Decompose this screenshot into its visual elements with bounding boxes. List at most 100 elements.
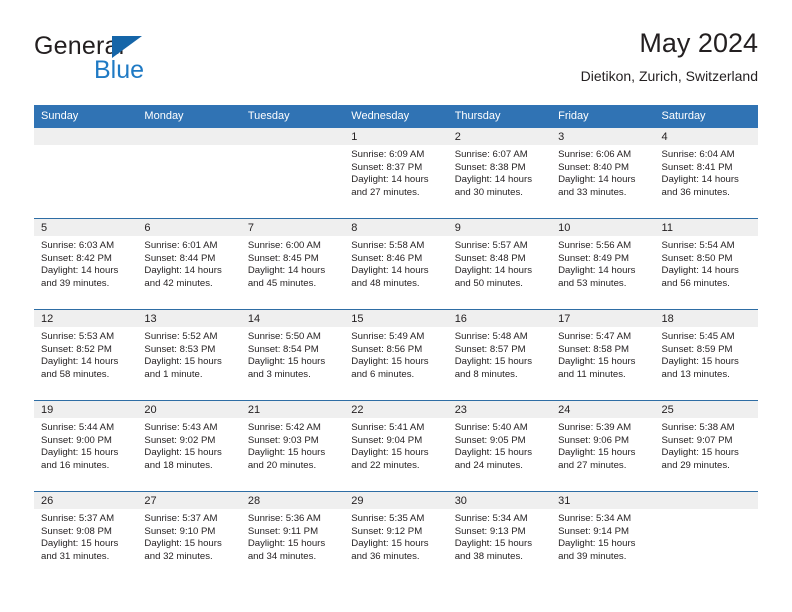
calendar-day-cell[interactable]: 5 Sunrise: 6:03 AM Sunset: 8:42 PM Daylight…	[34, 218, 138, 310]
sunrise-text: Sunrise: 5:40 AM	[454, 422, 528, 433]
calendar-day-cell[interactable]: 25 Sunrise: 5:38 AM Sunset: 9:07 PM Dayligh…	[654, 400, 758, 492]
calendar-day-cell[interactable]: 27 Sunrise: 5:37 AM Sunset: 9:10 PM Dayligh…	[137, 491, 241, 582]
calendar-day-cell[interactable]: 24 Sunrise: 5:39 AM Sunset: 9:06 PM Dayligh…	[551, 400, 655, 492]
day-number: 27	[137, 492, 241, 509]
calendar-day-cell[interactable]: 16 Sunrise: 5:48 AM Sunset: 8:57 PM Dayligh…	[447, 309, 552, 401]
sunrise-text: Sunrise: 6:03 AM	[41, 240, 115, 251]
weekday-header-friday: Friday	[551, 105, 655, 128]
sunset-text: Sunset: 8:58 PM	[558, 343, 630, 355]
calendar-day-cell[interactable]: 12 Sunrise: 5:53 AM Sunset: 8:52 PM Dayligh…	[34, 309, 138, 401]
sunset-text: Sunset: 9:14 PM	[558, 525, 630, 537]
day-details: Sunrise: 5:47 AM Sunset: 8:58 PM Daylight:…	[551, 327, 654, 381]
calendar-day-cell[interactable]: 15 Sunrise: 5:49 AM Sunset: 8:56 PM Dayligh…	[344, 309, 448, 401]
daylight-text-line1: Daylight: 15 hours	[558, 538, 636, 550]
calendar-day-cell[interactable]: 13 Sunrise: 5:52 AM Sunset: 8:53 PM Dayligh…	[137, 309, 241, 401]
daylight-text-line1: Daylight: 15 hours	[144, 356, 222, 368]
calendar-day-cell[interactable]: 14 Sunrise: 5:50 AM Sunset: 8:54 PM Dayligh…	[240, 309, 345, 401]
sunrise-text: Sunrise: 5:35 AM	[351, 513, 425, 524]
sunset-text: Sunset: 8:45 PM	[247, 252, 319, 264]
calendar-table: Sunday Monday Tuesday Wednesday Thursday Frid…	[34, 105, 758, 582]
calendar-day-cell[interactable]: 10 Sunrise: 5:56 AM Sunset: 8:49 PM Dayligh…	[551, 218, 655, 310]
day-number: 5	[34, 219, 138, 236]
day-details: Sunrise: 5:39 AM Sunset: 9:06 PM Daylight:…	[551, 418, 654, 472]
calendar-day-cell[interactable]: 1 Sunrise: 6:09 AM Sunset: 8:37 PM Daylight…	[344, 128, 448, 219]
calendar-week-row: 5 Sunrise: 6:03 AM Sunset: 8:42 PM Daylight…	[34, 218, 758, 310]
calendar-day-cell[interactable]: 11 Sunrise: 5:54 AM Sunset: 8:50 PM Dayligh…	[654, 218, 758, 310]
day-number: 7	[240, 219, 345, 236]
calendar-day-cell[interactable]: 29 Sunrise: 5:35 AM Sunset: 9:12 PM Dayligh…	[344, 491, 448, 582]
calendar-day-cell[interactable]: 9 Sunrise: 5:57 AM Sunset: 8:48 PM Daylight…	[447, 218, 552, 310]
day-number: 8	[344, 219, 448, 236]
calendar-day-cell[interactable]: 18 Sunrise: 5:45 AM Sunset: 8:59 PM Dayligh…	[654, 309, 758, 401]
daylight-text-line1: Daylight: 15 hours	[454, 538, 533, 550]
triangle-logo-icon	[112, 36, 142, 58]
day-details: Sunrise: 5:38 AM Sunset: 9:07 PM Daylight:…	[655, 418, 758, 472]
calendar-day-cell[interactable]: 17 Sunrise: 5:47 AM Sunset: 8:58 PM Dayligh…	[551, 309, 655, 401]
daylight-text-line1: Daylight: 14 hours	[41, 356, 119, 368]
sunrise-text: Sunrise: 5:42 AM	[247, 422, 321, 433]
daylight-text-line2: and 45 minutes.	[247, 277, 317, 289]
daylight-text-line2: and 13 minutes.	[661, 368, 730, 380]
calendar-cell-empty	[654, 491, 758, 582]
calendar-day-cell[interactable]: 30 Sunrise: 5:34 AM Sunset: 9:13 PM Dayligh…	[447, 491, 552, 582]
brand-logo[interactable]: General Blue	[34, 32, 264, 88]
daylight-text-line1: Daylight: 15 hours	[558, 356, 636, 368]
sunrise-text: Sunrise: 5:39 AM	[558, 422, 632, 433]
weekday-header-tuesday: Tuesday	[240, 105, 345, 128]
day-details: Sunrise: 5:44 AM Sunset: 9:00 PM Daylight:…	[34, 418, 137, 472]
calendar-cell-empty	[137, 128, 241, 219]
sunset-text: Sunset: 9:02 PM	[144, 434, 216, 446]
day-number: 22	[344, 401, 448, 418]
day-number: 23	[447, 401, 552, 418]
calendar-day-cell[interactable]: 2 Sunrise: 6:07 AM Sunset: 8:38 PM Daylight…	[447, 128, 552, 219]
calendar-day-cell[interactable]: 7 Sunrise: 6:00 AM Sunset: 8:45 PM Daylight…	[240, 218, 345, 310]
sunset-text: Sunset: 9:06 PM	[558, 434, 630, 446]
daylight-text-line1: Daylight: 14 hours	[558, 265, 636, 277]
daylight-text-line1: Daylight: 14 hours	[41, 265, 119, 277]
sunrise-text: Sunrise: 5:34 AM	[454, 513, 528, 524]
day-details: Sunrise: 5:52 AM Sunset: 8:53 PM Daylight:…	[137, 327, 240, 381]
daylight-text-line2: and 30 minutes.	[454, 186, 523, 198]
daylight-text-line2: and 34 minutes.	[247, 550, 317, 562]
day-number: 18	[654, 310, 758, 327]
calendar-day-cell[interactable]: 26 Sunrise: 5:37 AM Sunset: 9:08 PM Dayligh…	[34, 491, 138, 582]
day-details: Sunrise: 5:45 AM Sunset: 8:59 PM Daylight:…	[655, 327, 758, 381]
calendar-day-cell[interactable]: 4 Sunrise: 6:04 AM Sunset: 8:41 PM Daylight…	[654, 128, 758, 219]
daylight-text-line2: and 56 minutes.	[661, 277, 730, 289]
sunrise-text: Sunrise: 5:38 AM	[661, 422, 735, 433]
calendar-day-cell[interactable]: 23 Sunrise: 5:40 AM Sunset: 9:05 PM Dayligh…	[447, 400, 552, 492]
sunrise-text: Sunrise: 5:49 AM	[351, 331, 425, 342]
sunrise-text: Sunrise: 5:48 AM	[454, 331, 528, 342]
sunrise-text: Sunrise: 5:34 AM	[558, 513, 632, 524]
calendar-day-cell[interactable]: 22 Sunrise: 5:41 AM Sunset: 9:04 PM Dayligh…	[344, 400, 448, 492]
calendar-day-cell[interactable]: 20 Sunrise: 5:43 AM Sunset: 9:02 PM Dayligh…	[137, 400, 241, 492]
sunrise-text: Sunrise: 5:36 AM	[247, 513, 321, 524]
day-details: Sunrise: 5:43 AM Sunset: 9:02 PM Daylight:…	[137, 418, 240, 472]
daylight-text-line2: and 20 minutes.	[247, 459, 317, 471]
day-number: 24	[551, 401, 655, 418]
daylight-text-line1: Daylight: 15 hours	[144, 538, 222, 550]
sunrise-text: Sunrise: 6:01 AM	[144, 240, 218, 251]
calendar-week-row: 12 Sunrise: 5:53 AM Sunset: 8:52 PM Dayligh…	[34, 309, 758, 401]
day-details: Sunrise: 5:42 AM Sunset: 9:03 PM Daylight:…	[241, 418, 344, 472]
sunset-text: Sunset: 8:42 PM	[41, 252, 112, 264]
sunrise-text: Sunrise: 6:07 AM	[454, 149, 528, 160]
sunset-text: Sunset: 8:53 PM	[144, 343, 216, 355]
day-details: Sunrise: 5:56 AM Sunset: 8:49 PM Daylight:…	[551, 236, 654, 290]
day-number: 14	[240, 310, 345, 327]
calendar-day-cell[interactable]: 8 Sunrise: 5:58 AM Sunset: 8:46 PM Daylight…	[344, 218, 448, 310]
day-number: 20	[137, 401, 241, 418]
day-number: 17	[551, 310, 655, 327]
daylight-text-line1: Daylight: 15 hours	[351, 447, 429, 459]
daylight-text-line2: and 29 minutes.	[661, 459, 730, 471]
calendar-day-cell[interactable]: 31 Sunrise: 5:34 AM Sunset: 9:14 PM Dayligh…	[551, 491, 655, 582]
daylight-text-line2: and 11 minutes.	[558, 368, 626, 380]
calendar-day-cell[interactable]: 3 Sunrise: 6:06 AM Sunset: 8:40 PM Daylight…	[551, 128, 655, 219]
calendar-day-cell[interactable]: 21 Sunrise: 5:42 AM Sunset: 9:03 PM Dayligh…	[240, 400, 345, 492]
sunrise-text: Sunrise: 5:47 AM	[558, 331, 632, 342]
calendar-day-cell[interactable]: 28 Sunrise: 5:36 AM Sunset: 9:11 PM Dayligh…	[240, 491, 345, 582]
day-details: Sunrise: 5:48 AM Sunset: 8:57 PM Daylight:…	[448, 327, 551, 381]
day-details: Sunrise: 5:53 AM Sunset: 8:52 PM Daylight:…	[34, 327, 137, 381]
calendar-day-cell[interactable]: 6 Sunrise: 6:01 AM Sunset: 8:44 PM Daylight…	[137, 218, 241, 310]
calendar-day-cell[interactable]: 19 Sunrise: 5:44 AM Sunset: 9:00 PM Dayligh…	[34, 400, 138, 492]
